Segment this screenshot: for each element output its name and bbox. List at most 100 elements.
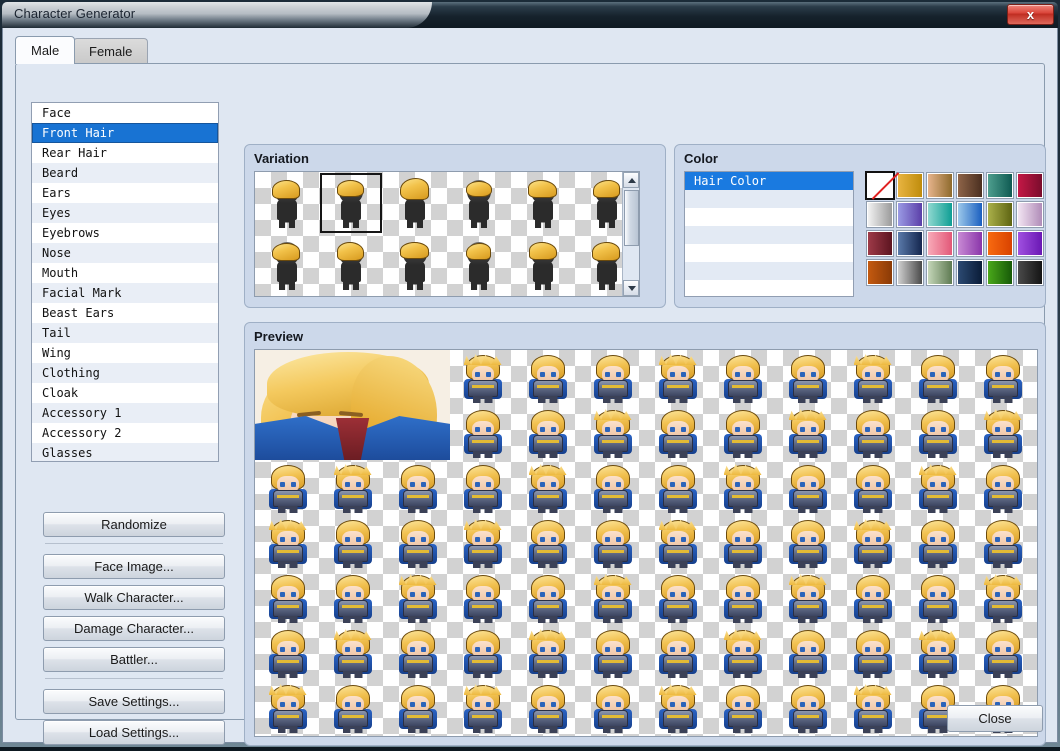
color-swatch-none[interactable] — [865, 171, 895, 200]
color-swatch-cell[interactable] — [865, 229, 895, 258]
color-swatch-cell[interactable] — [985, 258, 1015, 287]
color-list-item[interactable] — [685, 280, 853, 296]
color-swatch-navy[interactable] — [896, 230, 924, 257]
color-swatch-cell[interactable] — [1015, 229, 1045, 258]
parts-list-item[interactable]: Tail — [32, 323, 218, 343]
color-swatch-cell[interactable] — [985, 171, 1015, 200]
color-swatch-cell[interactable] — [895, 229, 925, 258]
color-swatch-periwinkle[interactable] — [896, 201, 924, 228]
color-swatch-orchid[interactable] — [956, 230, 984, 257]
color-swatch-grid[interactable] — [865, 171, 1045, 287]
close-button[interactable]: Close — [947, 705, 1043, 732]
walk-character-button[interactable]: Walk Character... — [43, 585, 225, 610]
parts-list-item[interactable]: Accessory 2 — [32, 423, 218, 443]
color-swatch-aqua[interactable] — [926, 201, 954, 228]
color-swatch-brown[interactable] — [956, 172, 984, 199]
parts-list-item[interactable]: Facial Mark — [32, 283, 218, 303]
color-swatch-pink[interactable] — [926, 230, 954, 257]
close-x-icon[interactable]: x — [1007, 4, 1054, 25]
battler-button[interactable]: Battler... — [43, 647, 225, 672]
parts-list-item[interactable]: Eyes — [32, 203, 218, 223]
variation-scrollbar[interactable] — [622, 172, 639, 296]
load-settings-button[interactable]: Load Settings... — [43, 720, 225, 745]
parts-list-item[interactable]: Beard — [32, 163, 218, 183]
color-swatch-cell[interactable] — [895, 171, 925, 200]
color-swatch-cell[interactable] — [955, 229, 985, 258]
variation-item[interactable] — [383, 234, 447, 296]
color-swatch-cell[interactable] — [955, 171, 985, 200]
parts-list-item[interactable]: Nose — [32, 243, 218, 263]
color-list[interactable]: Hair Color — [684, 171, 854, 297]
randomize-button[interactable]: Randomize — [43, 512, 225, 537]
color-swatch-cell[interactable] — [985, 229, 1015, 258]
color-swatch-sky-blue[interactable] — [956, 201, 984, 228]
color-swatch-cell[interactable] — [925, 200, 955, 229]
color-swatch-cell[interactable] — [985, 200, 1015, 229]
damage-character-button[interactable]: Damage Character... — [43, 616, 225, 641]
parts-list-item[interactable]: Mouth — [32, 263, 218, 283]
color-swatch-gold[interactable] — [896, 172, 924, 199]
color-swatch-tan[interactable] — [926, 172, 954, 199]
color-list-item[interactable]: Hair Color — [685, 172, 853, 190]
color-swatch-cell[interactable] — [1015, 171, 1045, 200]
color-list-item[interactable] — [685, 226, 853, 244]
scroll-up-arrow-icon[interactable] — [623, 172, 639, 188]
color-swatch-silver[interactable] — [866, 201, 894, 228]
color-swatch-deep-blue[interactable] — [956, 259, 984, 286]
color-swatch-cell[interactable] — [865, 200, 895, 229]
variation-item[interactable] — [319, 234, 383, 296]
parts-list-item[interactable]: Glasses — [32, 443, 218, 461]
variation-item[interactable] — [447, 172, 511, 234]
save-settings-button[interactable]: Save Settings... — [43, 689, 225, 714]
color-swatch-maroon[interactable] — [866, 230, 894, 257]
color-swatch-cell[interactable] — [1015, 200, 1045, 229]
color-swatch-cell[interactable] — [1015, 258, 1045, 287]
parts-list-item[interactable]: Clothing — [32, 363, 218, 383]
variation-canvas[interactable] — [254, 171, 640, 297]
color-swatch-teal[interactable] — [986, 172, 1014, 199]
color-swatch-cell[interactable] — [955, 200, 985, 229]
tab-female[interactable]: Female — [73, 38, 149, 64]
color-swatch-cell[interactable] — [865, 258, 895, 287]
color-swatch-crimson[interactable] — [1016, 172, 1044, 199]
color-swatch-cell[interactable] — [895, 258, 925, 287]
parts-list-item[interactable]: Rear Hair — [32, 143, 218, 163]
parts-list-item[interactable]: Eyebrows — [32, 223, 218, 243]
color-swatch-rust[interactable] — [866, 259, 894, 286]
face-image-button[interactable]: Face Image... — [43, 554, 225, 579]
variation-item[interactable] — [511, 234, 575, 296]
variation-item[interactable] — [319, 172, 383, 234]
color-list-item[interactable] — [685, 208, 853, 226]
variation-item[interactable] — [383, 172, 447, 234]
variation-item[interactable] — [255, 172, 319, 234]
color-swatch-cell[interactable] — [925, 171, 955, 200]
color-swatch-charcoal[interactable] — [1016, 259, 1044, 286]
color-swatch-orange[interactable] — [986, 230, 1014, 257]
parts-list-item[interactable]: Cloak — [32, 383, 218, 403]
variation-item[interactable] — [511, 172, 575, 234]
variation-item[interactable] — [255, 234, 319, 296]
color-swatch-cell[interactable] — [925, 258, 955, 287]
tab-male[interactable]: Male — [15, 36, 76, 64]
color-swatch-cell[interactable] — [865, 171, 895, 200]
color-swatch-sage[interactable] — [926, 259, 954, 286]
parts-list-item[interactable]: Face — [32, 103, 218, 123]
parts-list-item[interactable]: Beast Ears — [32, 303, 218, 323]
scroll-down-arrow-icon[interactable] — [623, 280, 639, 296]
parts-list-item[interactable]: Accessory 1 — [32, 403, 218, 423]
parts-list-item[interactable]: Ears — [32, 183, 218, 203]
color-swatch-violet[interactable] — [1016, 230, 1044, 257]
color-swatch-cell[interactable] — [955, 258, 985, 287]
color-swatch-cell[interactable] — [925, 229, 955, 258]
variation-item[interactable] — [447, 234, 511, 296]
color-swatch-green[interactable] — [986, 259, 1014, 286]
color-swatch-grey[interactable] — [896, 259, 924, 286]
parts-list[interactable]: Face Front Hair Rear Hair Beard Ears Eyes Eyeb… — [31, 102, 219, 462]
parts-list-item[interactable]: Front Hair — [32, 123, 218, 143]
color-swatch-cell[interactable] — [895, 200, 925, 229]
color-list-item[interactable] — [685, 244, 853, 262]
color-list-item[interactable] — [685, 262, 853, 280]
scrollbar-thumb[interactable] — [624, 190, 639, 246]
color-swatch-olive[interactable] — [986, 201, 1014, 228]
parts-list-item[interactable]: Wing — [32, 343, 218, 363]
